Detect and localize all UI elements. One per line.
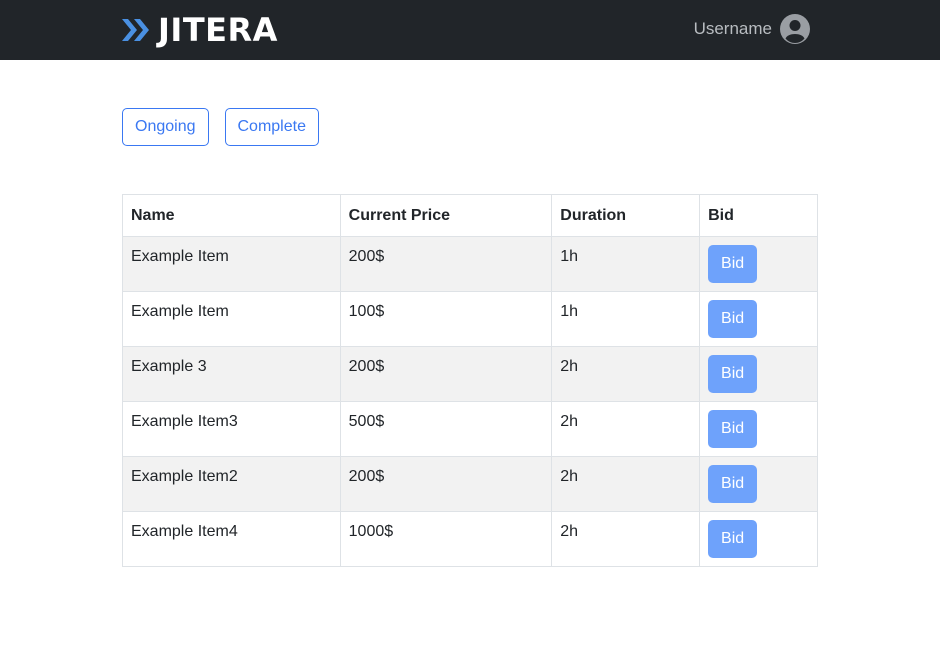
current-price-cell: 1000$ [339,511,553,567]
current-price-cell: 100$ [339,291,553,347]
duration-cell: 2h [551,511,701,567]
bid-button[interactable]: Bid [708,245,758,283]
table-row: Example Item2 200$ 2h Bid [122,456,818,512]
bid-button[interactable]: Bid [708,465,758,503]
name-column-header: Name [122,194,341,237]
bid-cell: Bid [699,511,818,567]
duration-cell: 2h [551,346,701,402]
table-row: Example Item4 1000$ 2h Bid [122,511,818,567]
item-name-cell: Example Item [122,236,341,292]
duration-cell: 1h [551,291,701,347]
item-name-cell: Example Item [122,291,341,347]
current-price-cell: 200$ [339,456,553,512]
duration-cell: 2h [551,456,701,512]
user-menu[interactable]: Username [694,14,810,44]
bid-column-header: Bid [699,194,818,237]
status-tabs: Ongoing Complete [122,108,335,146]
table-row: Example Item3 500$ 2h Bid [122,401,818,457]
price-column-header: Current Price [339,194,553,237]
item-name-cell: Example Item2 [122,456,341,512]
bid-button[interactable]: Bid [708,410,758,448]
current-price-cell: 200$ [339,346,553,402]
current-price-cell: 500$ [339,401,553,457]
duration-column-header: Duration [551,194,701,237]
bid-cell: Bid [699,346,818,402]
brand-logo[interactable]: JITERA [122,11,278,49]
username-label: Username [693,19,772,38]
current-price-cell: 200$ [339,236,553,292]
ongoing-tab-button[interactable]: Ongoing [122,108,209,146]
bid-cell: Bid [699,291,818,347]
table-row: Example 3 200$ 2h Bid [122,346,818,402]
duration-cell: 1h [551,236,701,292]
bid-button[interactable]: Bid [708,355,758,393]
bid-cell: Bid [699,401,818,457]
bid-button[interactable]: Bid [708,300,758,338]
bid-button[interactable]: Bid [708,520,758,558]
item-name-cell: Example 3 [122,346,341,402]
item-name-cell: Example Item3 [122,401,341,457]
bid-cell: Bid [699,236,818,292]
table-header-row: Name Current Price Duration Bid [122,194,818,237]
top-navbar: JITERA Username [0,0,940,60]
table-row: Example Item 200$ 1h Bid [122,236,818,292]
table-row: Example Item 100$ 1h Bid [122,291,818,347]
user-circle-icon [780,14,810,44]
brand-name: JITERA [158,11,278,49]
complete-tab-button[interactable]: Complete [224,108,319,146]
double-chevron-icon [122,19,149,41]
item-name-cell: Example Item4 [122,511,341,567]
duration-cell: 2h [551,401,701,457]
auction-table: Name Current Price Duration Bid Example … [122,194,818,567]
bid-cell: Bid [699,456,818,512]
